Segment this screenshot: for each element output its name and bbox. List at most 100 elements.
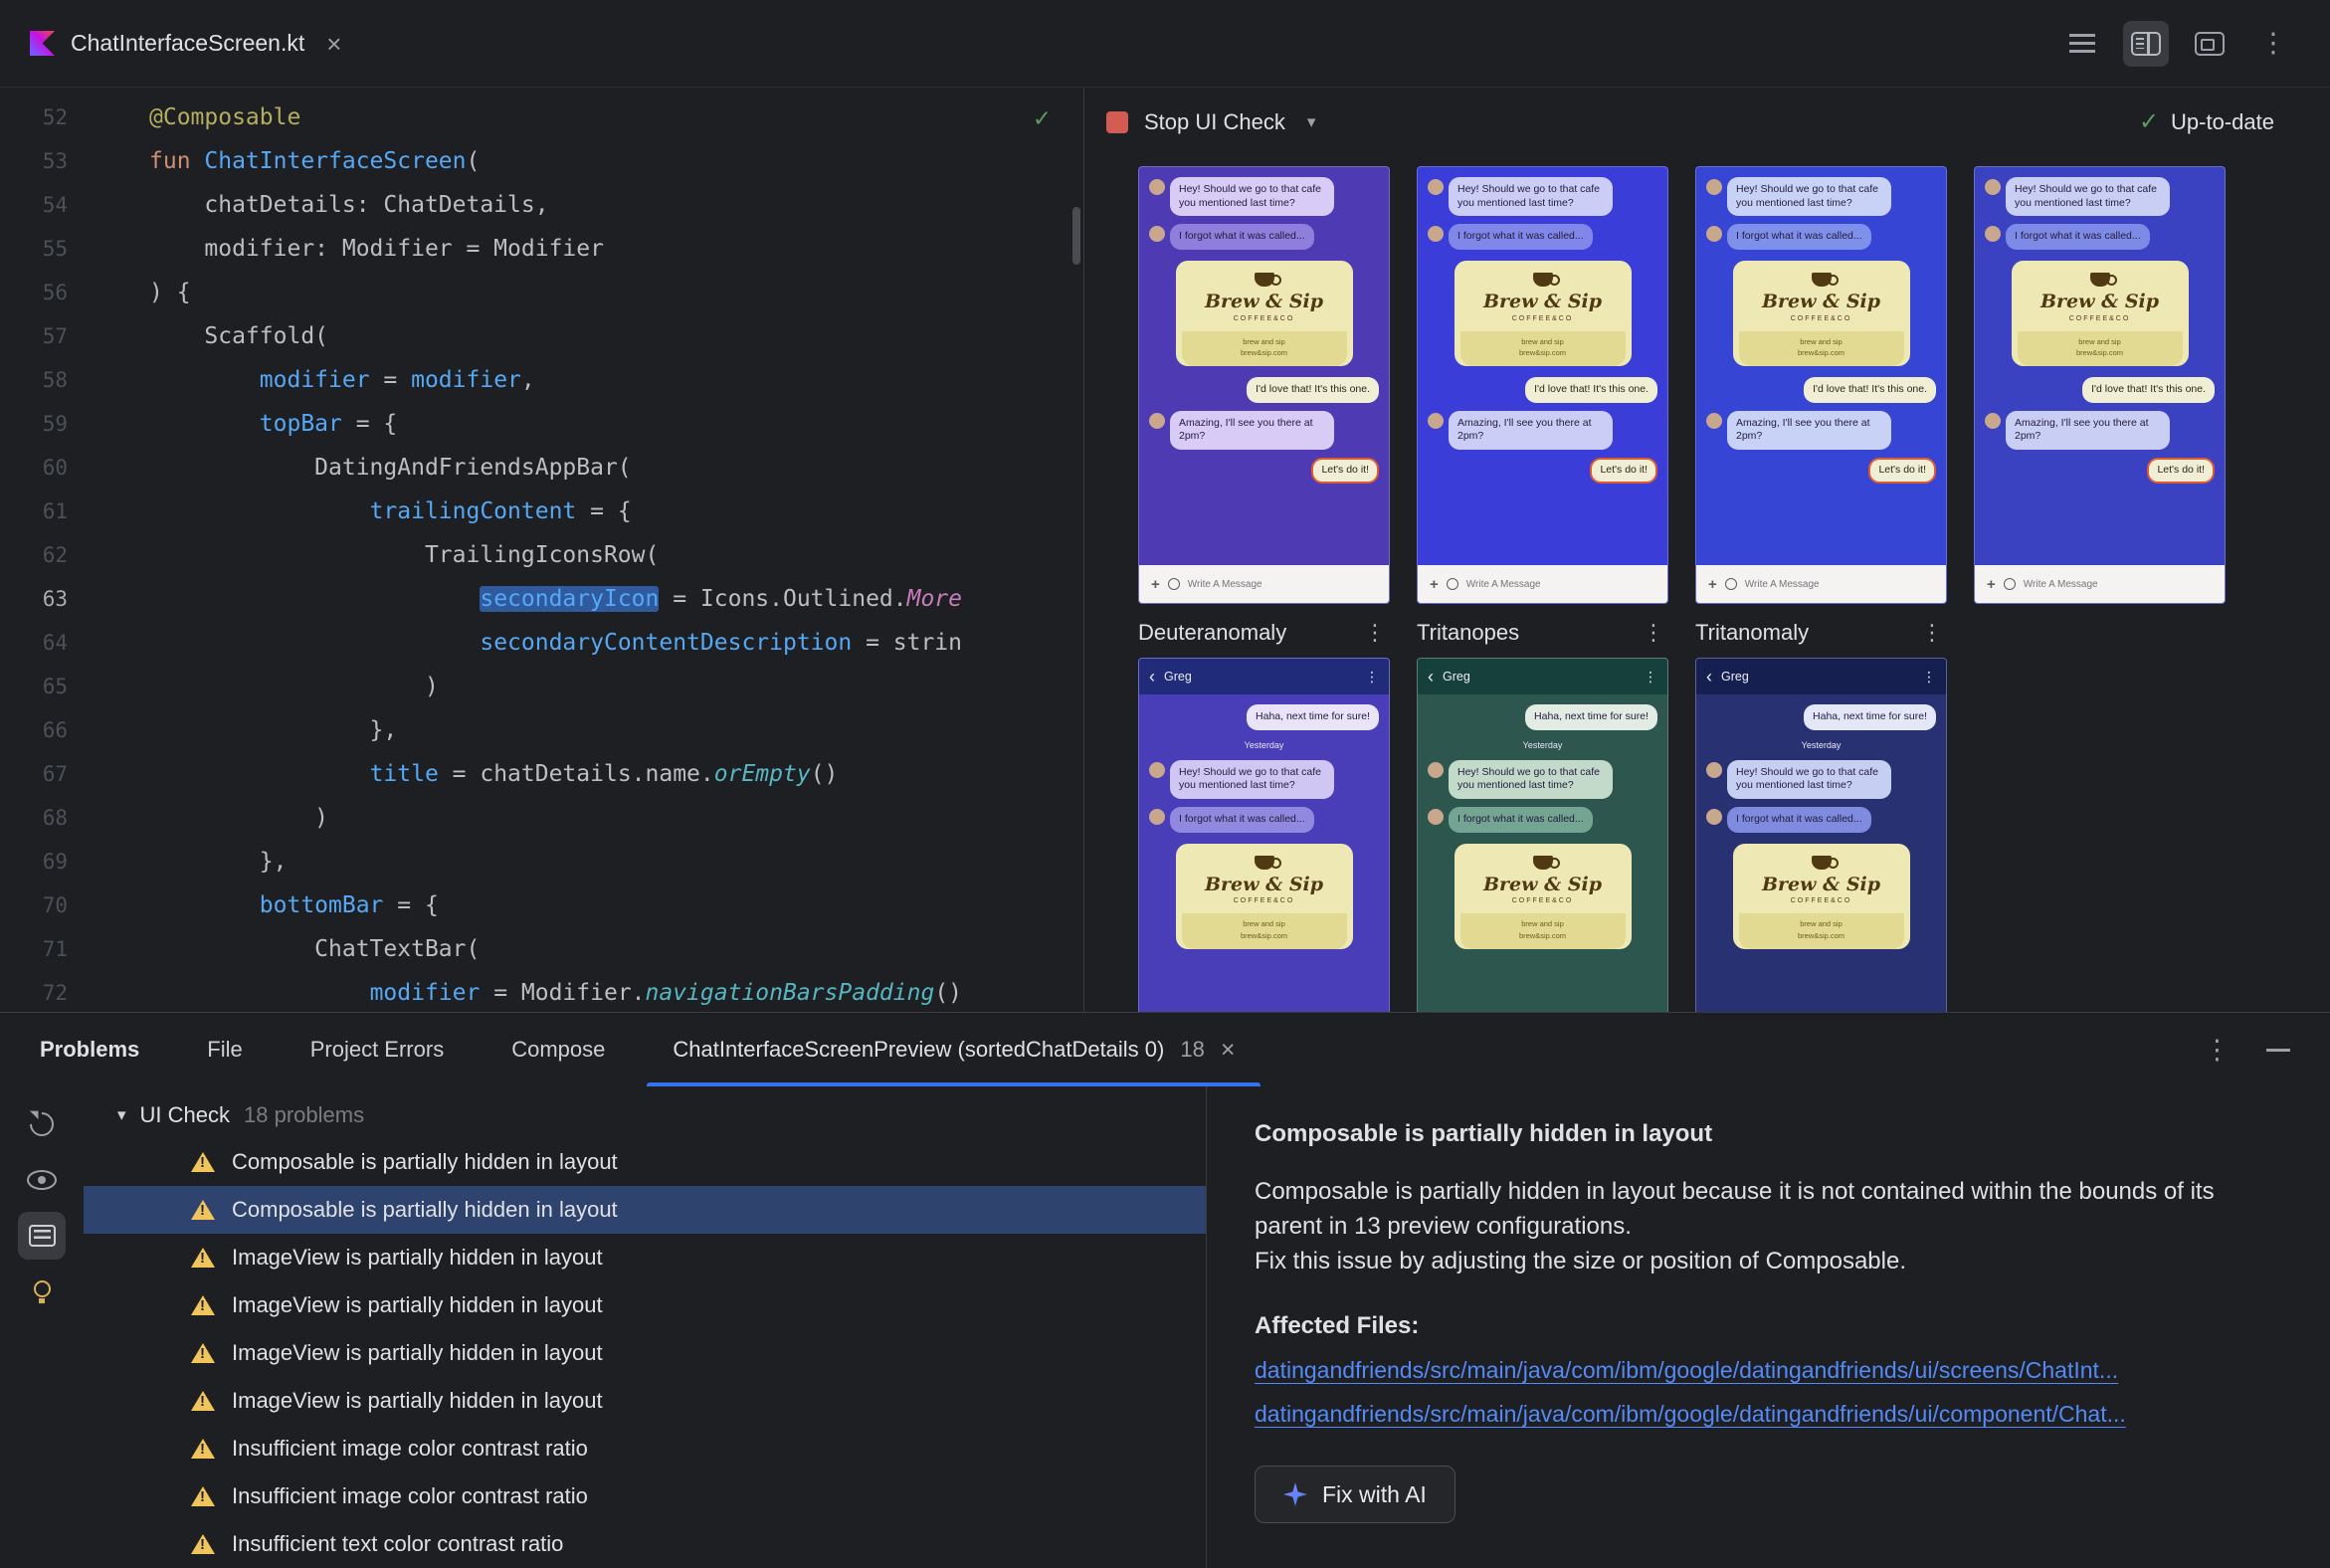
code-editor[interactable]: 52 @Composable 53 fun ChatInterfaceScreen(5… — [0, 88, 1084, 1012]
chat-bubble: I'd love that! It's this one. — [1247, 377, 1379, 403]
chevron-down-icon[interactable]: ▾ — [117, 1105, 126, 1125]
card-caption-line: brew and sip — [1800, 336, 1843, 346]
stop-ui-check-label[interactable]: Stop UI Check — [1144, 109, 1285, 135]
warning-icon — [191, 1200, 215, 1220]
chat-menu-icon: ⋮ — [1365, 669, 1379, 685]
editor-scrollbar[interactable] — [1072, 207, 1080, 265]
chat-preview[interactable]: ‹ Greg ⋮ Haha, next time for sure! Yeste… — [1138, 658, 1390, 1012]
day-separator: Yesterday — [1244, 739, 1284, 750]
code-line[interactable]: 70 bottomBar = { — [0, 883, 1083, 927]
code-line[interactable]: 53 fun ChatInterfaceScreen( — [0, 139, 1083, 183]
quickfix-bulb-icon[interactable] — [18, 1268, 66, 1315]
problem-text: Insufficient image color contrast ratio — [232, 1436, 588, 1461]
code-line[interactable]: 65 ) — [0, 665, 1083, 708]
code-line[interactable]: 71 ChatTextBar( — [0, 927, 1083, 971]
code-line[interactable]: 59 topBar = { — [0, 402, 1083, 446]
preview-eye-icon[interactable] — [18, 1156, 66, 1204]
chat-preview[interactable]: Hey! Should we go to that cafe you menti… — [1974, 166, 2226, 604]
problems-group[interactable]: ▾ UI Check 18 problems — [84, 1092, 1206, 1138]
code-line[interactable]: 54 chatDetails: ChatDetails, — [0, 183, 1083, 227]
line-number: 54 — [42, 193, 68, 217]
problem-item[interactable]: ImageView is partially hidden in layout — [84, 1377, 1206, 1425]
write-message-bar[interactable]: + Write A Message — [1696, 565, 1946, 603]
code-text: trailingContent = { — [369, 498, 632, 524]
inspection-ok-icon[interactable]: ✓ — [1034, 103, 1050, 133]
details-view-icon[interactable] — [18, 1212, 66, 1260]
problem-item[interactable]: ImageView is partially hidden in layout — [84, 1281, 1206, 1329]
fix-with-ai-button[interactable]: Fix with AI — [1255, 1466, 1456, 1523]
tab-compose[interactable]: Compose — [478, 1013, 639, 1086]
tab-close-icon[interactable]: × — [1221, 1037, 1236, 1063]
code-line[interactable]: 55 modifier: Modifier = Modifier — [0, 227, 1083, 271]
code-line[interactable]: 66 }, — [0, 708, 1083, 752]
tool-window-title[interactable]: Problems — [6, 1013, 173, 1086]
chat-preview[interactable]: Hey! Should we go to that cafe you menti… — [1417, 166, 1668, 604]
preview-row-bottom: ‹ Greg ⋮ Haha, next time for sure! Yeste… — [1138, 658, 2330, 1012]
chat-preview[interactable]: Hey! Should we go to that cafe you menti… — [1695, 166, 1947, 604]
code-text: ChatTextBar( — [149, 936, 481, 962]
affected-file-link[interactable]: datingandfriends/src/main/java/com/ibm/g… — [1255, 1401, 2282, 1428]
brew-sip-card: Brew & Sip COFFEE&CO brew and sip brew&s… — [1175, 843, 1353, 949]
code-line[interactable]: 64 secondaryContentDescription = strin — [0, 621, 1083, 665]
write-message-bar[interactable]: + Write A Message — [1139, 565, 1389, 603]
code-line[interactable]: 56) { — [0, 271, 1083, 314]
device-preview-icon[interactable] — [2187, 21, 2233, 67]
chat-bubble: I forgot what it was called... — [1727, 806, 1871, 833]
line-number: 58 — [42, 368, 68, 392]
affected-file-link[interactable]: datingandfriends/src/main/java/com/ibm/g… — [1255, 1357, 2282, 1384]
add-icon: + — [1708, 575, 1717, 593]
problem-item[interactable]: Insufficient image color contrast ratio — [84, 1425, 1206, 1472]
problem-item[interactable]: Composable is partially hidden in layout — [84, 1138, 1206, 1186]
chat-preview[interactable]: ‹ Greg ⋮ Haha, next time for sure! Yeste… — [1417, 658, 1668, 1012]
code-line[interactable]: 63 secondaryIcon = Icons.Outlined.More — [0, 577, 1083, 621]
more-options-icon[interactable]: ⋮ — [2250, 21, 2296, 67]
problem-details-pane: Composable is partially hidden in layout… — [1207, 1086, 2330, 1568]
chat-preview[interactable]: ‹ Greg ⋮ Haha, next time for sure! Yeste… — [1695, 658, 1947, 1012]
tab-preview-label: ChatInterfaceScreenPreview (sortedChatDe… — [673, 1037, 1165, 1062]
more-options-icon[interactable]: ⋮ — [2204, 1036, 2231, 1064]
chevron-down-icon[interactable]: ▾ — [1307, 112, 1316, 132]
write-message-bar[interactable]: + Write A Message — [1975, 565, 2225, 603]
preview-menu-icon[interactable]: ⋮ — [1364, 622, 1390, 644]
message-row: Let's do it! — [1985, 457, 2215, 484]
code-line[interactable]: 52 @Composable — [0, 96, 1083, 139]
code-line[interactable]: 69 }, — [0, 840, 1083, 883]
code-line[interactable]: 60 DatingAndFriendsAppBar( — [0, 446, 1083, 490]
problem-text: ImageView is partially hidden in layout — [232, 1292, 603, 1317]
stop-icon[interactable] — [1106, 110, 1128, 133]
problem-item[interactable]: Composable is partially hidden in layout — [84, 1186, 1206, 1234]
code-line[interactable]: 67 title = chatDetails.name.orEmpty() — [0, 752, 1083, 796]
problem-item[interactable]: ImageView is partially hidden in layout — [84, 1234, 1206, 1281]
code-line[interactable]: 61 trailingContent = { — [0, 490, 1083, 533]
split-editor-icon[interactable] — [2123, 20, 2169, 67]
code-line[interactable]: 62 TrailingIconsRow( — [0, 533, 1083, 577]
code-line[interactable]: 58 modifier = modifier, — [0, 358, 1083, 402]
preview-menu-icon[interactable]: ⋮ — [1921, 622, 1947, 644]
editor-tab[interactable]: ChatInterfaceScreen.kt × — [0, 0, 369, 87]
add-icon: + — [1151, 575, 1160, 593]
problem-item[interactable]: Insufficient image color contrast ratio — [84, 1472, 1206, 1520]
tab-file[interactable]: File — [173, 1013, 276, 1086]
chat-bubble: Amazing, I'll see you there at 2pm? — [1727, 410, 1891, 450]
write-message-bar[interactable]: + Write A Message — [1418, 565, 1667, 603]
card-subtitle: COFFEE&CO — [1233, 897, 1295, 905]
preview-config-name: Tritanomaly — [1695, 620, 1810, 645]
rerun-icon[interactable] — [18, 1100, 66, 1148]
warning-icon — [191, 1391, 215, 1411]
problem-item[interactable]: ImageView is partially hidden in layout — [84, 1329, 1206, 1377]
message-row: Hey! Should we go to that cafe you menti… — [1149, 177, 1379, 217]
editor-list-icon[interactable] — [2059, 21, 2105, 67]
code-text: modifier = Modifier.navigationBarsPaddin… — [369, 980, 963, 1006]
tab-preview[interactable]: ChatInterfaceScreenPreview (sortedChatDe… — [639, 1013, 1268, 1086]
line-number: 53 — [42, 149, 68, 173]
code-line[interactable]: 57 Scaffold( — [0, 314, 1083, 358]
code-line[interactable]: 72 modifier = Modifier.navigationBarsPad… — [0, 971, 1083, 1012]
coffee-cup-icon — [1532, 855, 1560, 870]
preview-menu-icon[interactable]: ⋮ — [1643, 622, 1668, 644]
code-line[interactable]: 68 ) — [0, 796, 1083, 840]
problem-item[interactable]: Insufficient text color contrast ratio — [84, 1520, 1206, 1568]
tab-project-errors[interactable]: Project Errors — [277, 1013, 478, 1086]
tab-close-icon[interactable]: × — [326, 31, 341, 57]
chat-preview[interactable]: Hey! Should we go to that cafe you menti… — [1138, 166, 1390, 604]
minimize-icon[interactable] — [2266, 1048, 2290, 1052]
